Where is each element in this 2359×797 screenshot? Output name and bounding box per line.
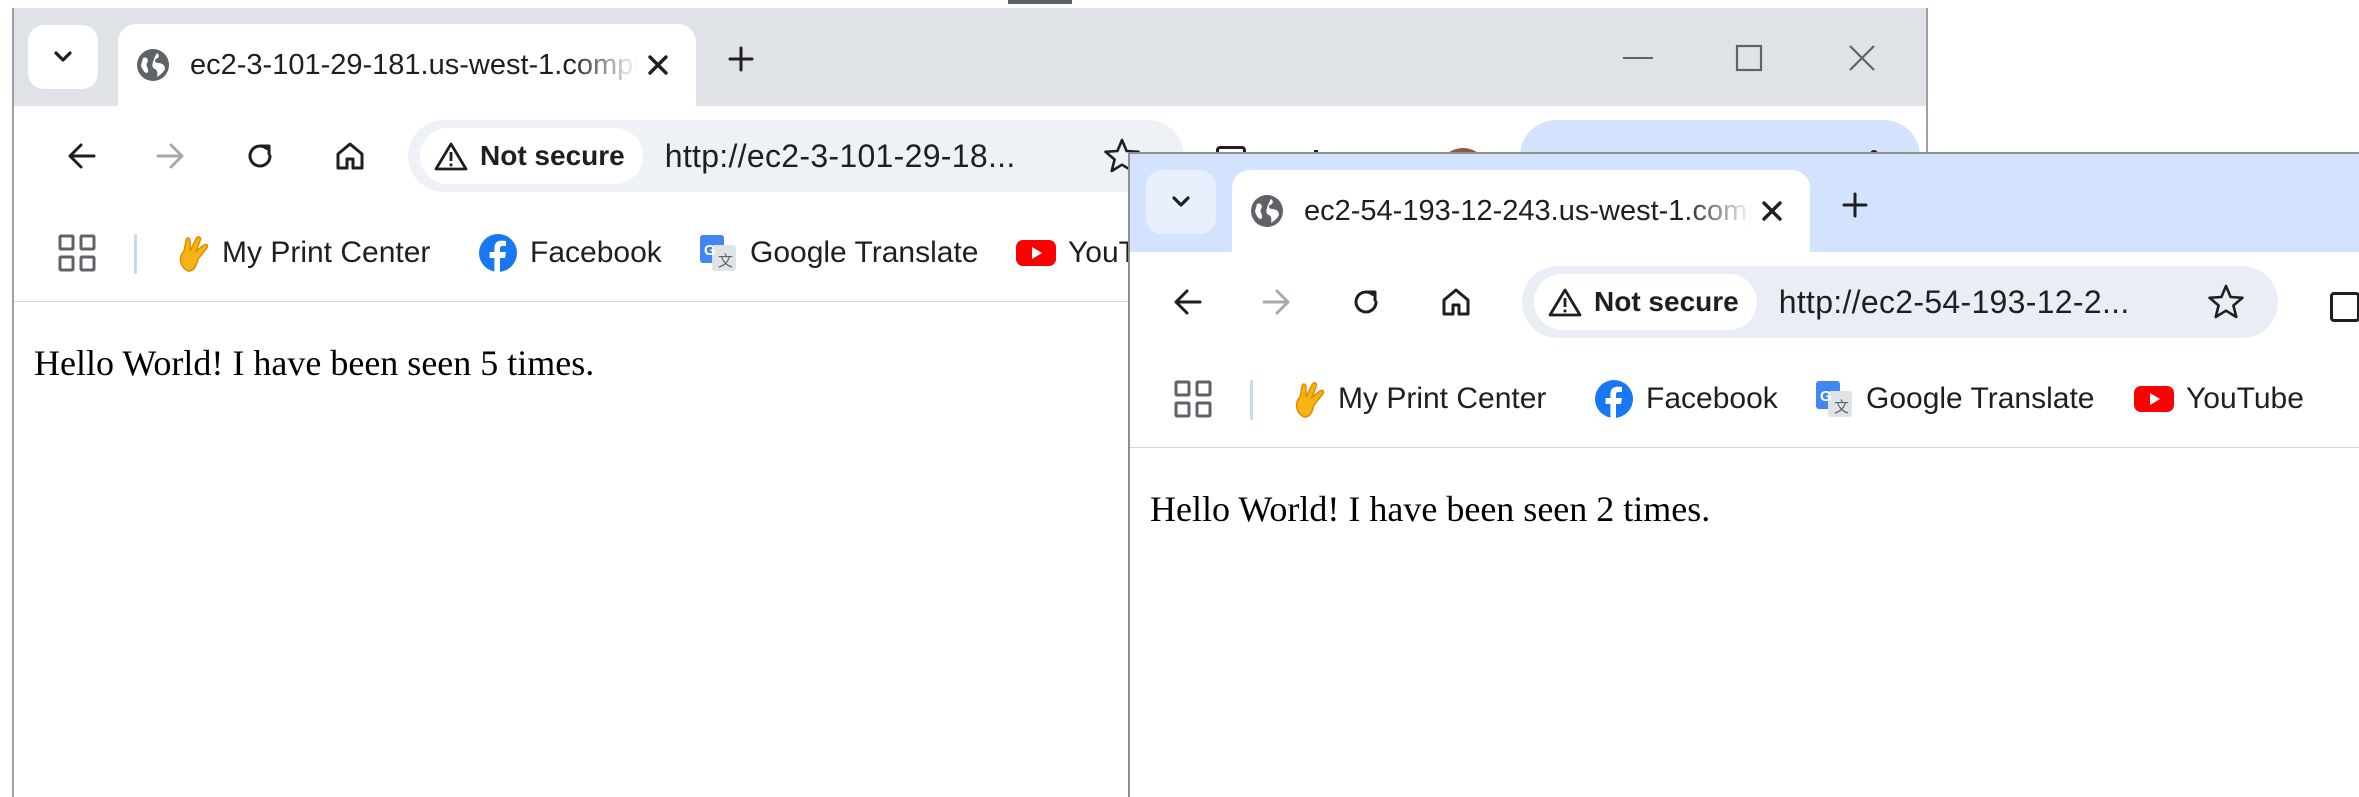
back-button[interactable] [1160,274,1216,330]
reload-button[interactable] [232,128,288,184]
facebook-icon [1595,380,1633,419]
bookmark-facebook[interactable]: Facebook [1594,376,1778,422]
close-icon [1762,201,1782,221]
url-text: http://ec2-3-101-29-18... [664,137,1016,174]
reload-icon [1354,290,1378,314]
reload-button[interactable] [1338,274,1394,330]
svg-text:文: 文 [718,253,733,270]
address-bar[interactable]: Not secure http://ec2-3-101-29-18... [408,120,1184,192]
security-chip[interactable]: Not secure [1534,274,1757,330]
page-content-text: Hello World! I have been seen 5 times. [34,343,595,383]
close-window-button[interactable] [1832,38,1892,78]
address-bar[interactable]: Not secure http://ec2-54-193-12-2... [1522,266,2278,338]
close-tab-button[interactable] [1752,191,1792,231]
bookmark-my-print-center[interactable]: My Print Center [1290,376,1546,422]
maximize-icon [1735,44,1763,72]
security-chip-label: Not secure [1594,286,1739,317]
warning-triangle-icon [1548,288,1582,317]
plus-icon [1842,192,1868,218]
tab-active[interactable]: ec2-54-193-12-243.us-west-1.compute.amaz… [1232,170,1810,252]
bookmark-label: Facebook [1646,382,1778,415]
close-icon [648,55,668,75]
youtube-icon [1016,240,1056,266]
bookmark-label: YouTube [2186,382,2304,415]
tab-title: ec2-3-101-29-181.us-west-1.compute.amazo… [190,48,638,81]
close-icon [1849,45,1875,71]
svg-text:G: G [704,242,716,259]
new-tab-button[interactable] [1828,178,1882,232]
svg-text:G: G [1820,388,1832,405]
maximize-button[interactable] [1719,38,1779,78]
youtube-icon [2134,386,2174,412]
tab-search-button[interactable] [28,25,98,89]
home-icon [336,142,364,170]
bookmark-google-translate[interactable]: G文 Google Translate [1814,376,2094,422]
apps-button[interactable] [1174,376,1212,422]
bookmark-label: Google Translate [1866,382,2095,415]
bookmarks-separator [1250,380,1253,420]
tab-active[interactable]: ec2-3-101-29-181.us-west-1.compute.amazo… [118,24,696,106]
bookmark-my-print-center[interactable]: My Print Center [174,230,430,276]
bookmark-label: My Print Center [222,236,431,269]
arrow-left-icon [68,143,96,169]
new-tab-button[interactable] [714,32,768,86]
facebook-icon [479,234,517,273]
bookmark-star-button[interactable] [2204,280,2248,324]
arrow-right-icon [156,143,184,169]
tab-title: ec2-54-193-12-243.us-west-1.compute.amaz… [1304,194,1752,227]
globe-icon [1251,195,1283,227]
home-button[interactable] [322,128,378,184]
home-button[interactable] [1428,274,1484,330]
print-center-icon [179,236,209,272]
forward-button[interactable] [142,128,198,184]
minimize-button[interactable] [1608,38,1668,78]
tab-strip: ec2-54-193-12-243.us-west-1.compute.amaz… [1130,154,2359,252]
arrow-right-icon [1262,289,1290,315]
browser-window-2: ec2-54-193-12-243.us-west-1.compute.amaz… [1128,152,2359,797]
globe-icon [137,49,169,81]
tab-search-button[interactable] [1146,170,1216,234]
star-icon [2208,284,2244,319]
bookmarks-separator [134,234,137,274]
back-button[interactable] [54,128,110,184]
bookmark-facebook[interactable]: Facebook [478,230,662,276]
tab-strip: ec2-3-101-29-181.us-west-1.compute.amazo… [14,8,1926,106]
svg-text:文: 文 [1834,399,1849,416]
google-translate-icon: G文 [700,235,736,271]
chevron-down-icon [54,51,72,62]
arrow-left-icon [1174,289,1202,315]
bookmark-google-translate[interactable]: G文 Google Translate [698,230,978,276]
warning-triangle-icon [434,142,468,171]
security-chip-label: Not secure [480,140,625,171]
forward-button[interactable] [1248,274,1304,330]
apps-grid-icon [58,234,96,272]
print-center-icon [1295,382,1325,418]
extensions-icon[interactable] [2330,292,2359,322]
toolbar: Not secure http://ec2-54-193-12-2... [1130,252,2359,350]
google-translate-icon: G文 [1816,381,1852,417]
security-chip[interactable]: Not secure [420,128,643,184]
minimize-icon [1623,57,1653,59]
chevron-down-icon [1172,196,1190,207]
apps-button[interactable] [58,230,96,276]
close-tab-button[interactable] [638,45,678,85]
bookmarks-bar: My Print Center Facebook G文 Google Trans… [1130,350,2359,448]
plus-icon [728,46,754,72]
bookmark-label: Facebook [530,236,662,269]
url-text: http://ec2-54-193-12-2... [1778,283,2130,320]
bookmark-label: Google Translate [750,236,979,269]
home-icon [1442,288,1470,316]
page-content-text: Hello World! I have been seen 2 times. [1150,489,1711,529]
bookmark-label: My Print Center [1338,382,1547,415]
bookmark-youtube[interactable]: YouTube [2134,376,2304,422]
window-drag-handle [1008,0,1072,4]
reload-icon [248,144,272,168]
apps-grid-icon [1174,380,1212,418]
